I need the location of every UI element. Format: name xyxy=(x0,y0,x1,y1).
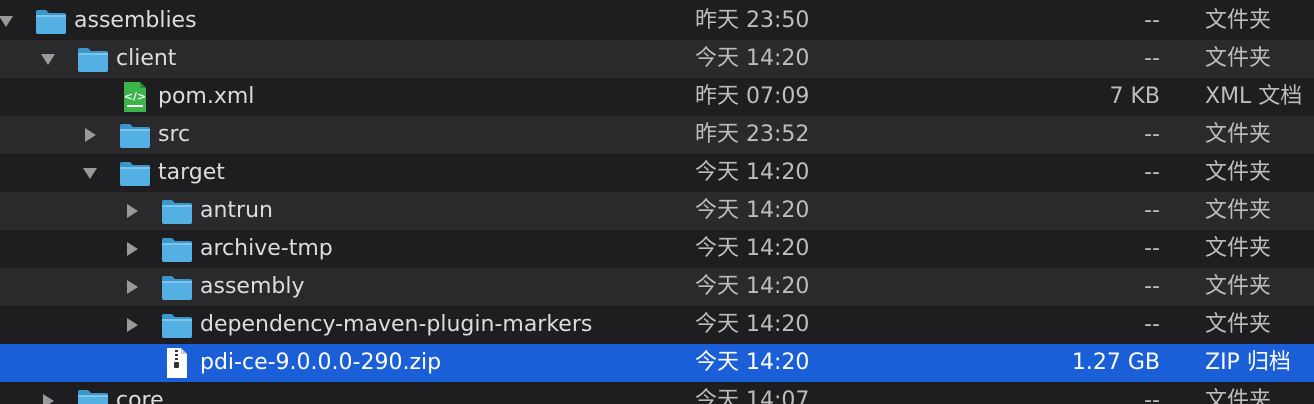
disclosure-expanded-icon[interactable] xyxy=(80,163,100,183)
file-row[interactable]: core 今天 14:07 -- 文件夹 xyxy=(0,382,1314,404)
file-list: assemblies 昨天 23:50 -- 文件夹 client 今天 14:20 -- 文… xyxy=(0,0,1314,404)
file-row[interactable]: antrun 今天 14:20 -- 文件夹 xyxy=(0,192,1314,230)
folder-icon xyxy=(76,385,110,404)
file-row[interactable]: dependency-maven-plugin-markers 今天 14:20 -… xyxy=(0,306,1314,344)
folder-icon xyxy=(76,43,110,75)
file-row[interactable]: target 今天 14:20 -- 文件夹 xyxy=(0,154,1314,192)
file-row-selected[interactable]: pdi-ce-9.0.0.0-290.zip 今天 14:20 1.27 GB ZIP… xyxy=(0,344,1314,382)
file-row[interactable]: </> pom.xml 昨天 07:09 7 KB XML 文档 xyxy=(0,78,1314,116)
xml-file-icon: </> xyxy=(118,81,152,113)
date-modified: 今天 14:20 xyxy=(695,160,810,185)
file-row[interactable]: archive-tmp 今天 14:20 -- 文件夹 xyxy=(0,230,1314,268)
file-name: dependency-maven-plugin-markers xyxy=(200,312,593,337)
disclosure-collapsed-icon[interactable] xyxy=(122,201,142,221)
file-size: -- xyxy=(1144,122,1160,147)
date-modified: 今天 14:20 xyxy=(695,236,810,261)
file-size: 7 KB xyxy=(1109,84,1160,109)
file-kind: 文件夹 xyxy=(1205,8,1272,33)
date-modified: 昨天 23:52 xyxy=(695,122,810,147)
file-row[interactable]: assembly 今天 14:20 -- 文件夹 xyxy=(0,268,1314,306)
file-kind: 文件夹 xyxy=(1205,122,1272,147)
file-size: -- xyxy=(1144,198,1160,223)
disclosure-collapsed-icon[interactable] xyxy=(122,315,142,335)
file-size: 1.27 GB xyxy=(1071,350,1160,375)
file-name: assembly xyxy=(200,274,305,299)
file-name: pdi-ce-9.0.0.0-290.zip xyxy=(200,350,442,375)
file-kind: 文件夹 xyxy=(1205,274,1272,299)
file-kind: 文件夹 xyxy=(1205,312,1272,337)
folder-icon xyxy=(160,271,194,303)
date-modified: 今天 14:20 xyxy=(695,312,810,337)
folder-icon xyxy=(160,195,194,227)
folder-icon xyxy=(160,309,194,341)
file-size: -- xyxy=(1144,312,1160,337)
file-kind: XML 文档 xyxy=(1205,84,1303,109)
date-modified: 昨天 23:50 xyxy=(695,8,810,33)
file-kind: ZIP 归档 xyxy=(1205,350,1291,375)
file-size: -- xyxy=(1144,160,1160,185)
file-kind: 文件夹 xyxy=(1205,388,1272,404)
file-name: client xyxy=(116,46,177,71)
date-modified: 今天 14:07 xyxy=(695,388,810,404)
date-modified: 今天 14:20 xyxy=(695,350,810,375)
date-modified: 今天 14:20 xyxy=(695,274,810,299)
file-row[interactable]: client 今天 14:20 -- 文件夹 xyxy=(0,40,1314,78)
file-kind: 文件夹 xyxy=(1205,198,1272,223)
date-modified: 今天 14:20 xyxy=(695,46,810,71)
file-size: -- xyxy=(1144,388,1160,404)
file-size: -- xyxy=(1144,46,1160,71)
folder-icon xyxy=(34,5,68,37)
file-name: archive-tmp xyxy=(200,236,333,261)
disclosure-expanded-icon[interactable] xyxy=(38,49,58,69)
file-row[interactable]: assemblies 昨天 23:50 -- 文件夹 xyxy=(0,2,1314,40)
file-name: antrun xyxy=(200,198,273,223)
svg-text:</>: </> xyxy=(124,90,146,103)
disclosure-collapsed-icon[interactable] xyxy=(122,239,142,259)
file-name: core xyxy=(116,388,164,404)
file-row[interactable]: src 昨天 23:52 -- 文件夹 xyxy=(0,116,1314,154)
file-size: -- xyxy=(1144,274,1160,299)
disclosure-expanded-icon[interactable] xyxy=(0,11,16,31)
folder-icon xyxy=(118,119,152,151)
file-kind: 文件夹 xyxy=(1205,160,1272,185)
disclosure-collapsed-icon[interactable] xyxy=(80,125,100,145)
file-name: pom.xml xyxy=(158,84,255,109)
date-modified: 今天 14:20 xyxy=(695,198,810,223)
disclosure-collapsed-icon[interactable] xyxy=(122,277,142,297)
date-modified: 昨天 07:09 xyxy=(695,84,810,109)
file-name: target xyxy=(158,160,225,185)
file-kind: 文件夹 xyxy=(1205,46,1272,71)
folder-icon xyxy=(160,233,194,265)
folder-icon xyxy=(118,157,152,189)
file-name: assemblies xyxy=(74,8,197,33)
file-size: -- xyxy=(1144,236,1160,261)
file-name: src xyxy=(158,122,191,147)
file-kind: 文件夹 xyxy=(1205,236,1272,261)
zip-file-icon xyxy=(160,347,194,379)
file-size: -- xyxy=(1144,8,1160,33)
disclosure-collapsed-icon[interactable] xyxy=(38,391,58,404)
